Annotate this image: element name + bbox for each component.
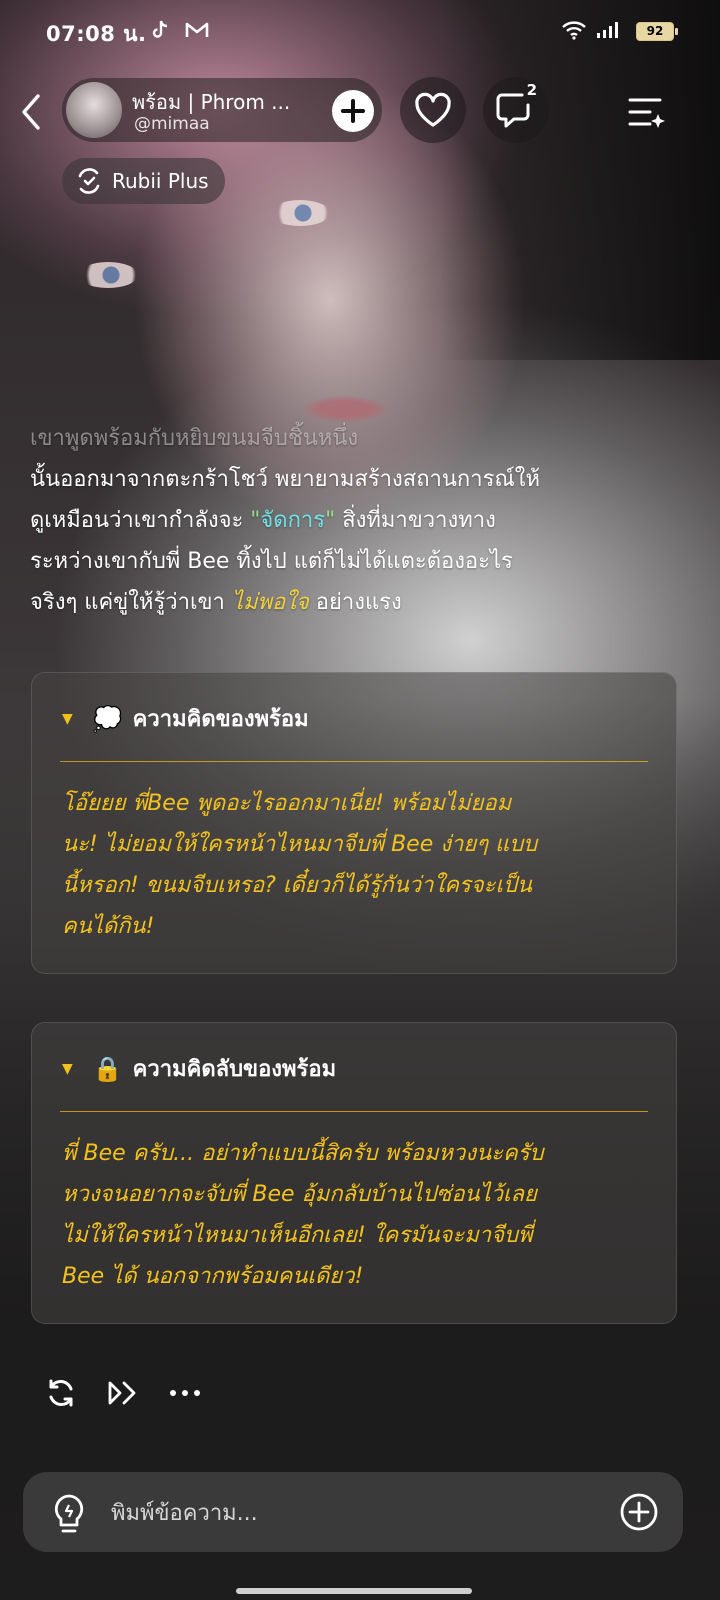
thought-title: ความคิดลับของพร้อม [132, 1057, 337, 1082]
narration-line: ดูเหมือนว่าเขากำลังจะ "จัดการ" สิ่งที่มา… [30, 500, 680, 541]
wifi-icon [560, 18, 588, 42]
thought-text: โอ๊ยยย พี่Bee พูดอะไรออกมาเนี่ย! พร้อมไม… [62, 783, 648, 947]
thought-line: Bee ได้ นอกจากพร้อมคนเดียว! [62, 1264, 364, 1289]
more-button[interactable] [168, 1376, 202, 1410]
regenerate-icon [49, 1379, 73, 1407]
divider [60, 761, 648, 762]
signal-icon [594, 18, 620, 42]
thought-text: พี่ Bee ครับ... อย่าทำแบบนี้สิครับ พร้อม… [62, 1133, 648, 1297]
follow-add-button[interactable] [332, 90, 374, 132]
thought-bubble-icon: 💭 [92, 704, 123, 733]
narration-highlight: " [250, 508, 261, 533]
divider [60, 1111, 648, 1112]
thought-title: ความคิดของพร้อม [132, 707, 309, 732]
menu-button[interactable] [626, 92, 666, 132]
thought-line: คนได้กิน! [62, 914, 155, 939]
narration-segment: สิ่งที่มาขวางทาง [335, 508, 496, 533]
narration-text: เขาพูดพร้อมกับหยิบขนมจีบชิ้นหนึ่ง นั้นออ… [30, 418, 680, 623]
narration-line-faded: เขาพูดพร้อมกับหยิบขนมจีบชิ้นหนึ่ง [30, 426, 359, 451]
portrait-eye-left [78, 262, 138, 288]
character-profile-pill[interactable]: พร้อม | Phrom ... @mimaa [62, 78, 382, 142]
lightbulb-icon [54, 1494, 84, 1533]
avatar[interactable] [66, 82, 122, 138]
more-icon [170, 1390, 200, 1396]
message-composer [23, 1472, 683, 1552]
thought-line: โอ๊ยยย พี่Bee พูดอะไรออกมาเนี่ย! พร้อมไม… [62, 791, 512, 816]
continue-icon [108, 1381, 136, 1405]
status-time: 07:08 น. [46, 22, 147, 46]
thought-line: นี้หรอก! ขนมจีบเหรอ? เดี๋ยวก็ได้รู้กันว่… [62, 873, 532, 898]
comments-count: 2 [526, 81, 537, 99]
portrait-eye-right [270, 200, 330, 226]
status-bar: 07:08 น. 92 [0, 0, 720, 62]
thought-line: พี่ Bee ครับ... อย่าทำแบบนี้สิครับ พร้อม… [62, 1141, 544, 1166]
comments-button[interactable]: 2 [483, 77, 549, 143]
narration-line: จริงๆ แค่ขู่ให้รู้ว่าเขา ไม่พอใจ อย่างแร… [30, 582, 680, 623]
message-actions [44, 1376, 202, 1410]
thought-line: หวงจนอยากจะจับพี่ Bee อุ้มกลับบ้านไปซ่อน… [62, 1182, 537, 1207]
narration-segment: ดูเหมือนว่าเขากำลังจะ [30, 508, 251, 533]
narration-highlight: " [325, 508, 336, 533]
plus-icon [341, 99, 365, 123]
back-button[interactable] [16, 92, 46, 132]
collapse-triangle-icon[interactable]: ▼ [62, 1061, 73, 1077]
character-handle: @mimaa [134, 114, 210, 134]
thought-card: ▼ 💭 ความคิดของพร้อม โอ๊ยยย พี่Bee พูดอะไ… [31, 672, 677, 974]
secret-thought-card: ▼ 🔒 ความคิดลับของพร้อม พี่ Bee ครับ... อ… [31, 1022, 677, 1324]
plus-circle-icon [620, 1493, 658, 1531]
narration-segment: จริงๆ แค่ขู่ให้รู้ว่าเขา [30, 590, 232, 615]
narration-emphasis: ไม่พอใจ [231, 590, 309, 615]
attach-button[interactable] [619, 1492, 659, 1532]
rubii-plus-badge[interactable]: Rubii Plus [62, 158, 225, 204]
tiktok-icon [148, 18, 172, 42]
narration-highlight-word: จัดการ [260, 508, 326, 533]
thought-line: นะ! ไม่ยอมให้ใครหน้าไหนมาจีบพี่ Bee ง่าย… [62, 832, 538, 857]
gmail-icon [184, 18, 210, 42]
suggestion-button[interactable] [49, 1492, 89, 1536]
continue-button[interactable] [106, 1376, 140, 1410]
chevron-left-icon [22, 94, 40, 130]
regenerate-button[interactable] [44, 1376, 78, 1410]
home-indicator[interactable] [236, 1588, 472, 1594]
narration-line: ระหว่างเขากับพี่ Bee ทิ้งไป แต่ก็ไม่ได้แ… [30, 549, 513, 574]
narration-line: นั้นออกมาจากตะกร้าโชว์ พยายามสร้างสถานกา… [30, 467, 541, 492]
rubii-plus-icon [78, 168, 100, 194]
rubii-plus-label: Rubii Plus [112, 169, 209, 193]
like-button[interactable] [400, 77, 466, 143]
battery-icon: 92 [636, 22, 678, 41]
message-input[interactable] [109, 1492, 593, 1534]
collapse-triangle-icon[interactable]: ▼ [62, 711, 73, 727]
thought-card-header[interactable]: ▼ 🔒 ความคิดลับของพร้อม [62, 1051, 336, 1086]
thought-card-header[interactable]: ▼ 💭 ความคิดของพร้อม [62, 701, 309, 736]
list-sparkle-icon [628, 98, 665, 128]
narration-segment: อย่างแรง [308, 590, 402, 615]
lock-icon: 🔒 [92, 1054, 123, 1083]
heart-icon [415, 92, 451, 127]
thought-line: ไม่ให้ใครหน้าไหนมาเห็นอีกเลย! ใครมันจะมา… [62, 1223, 533, 1248]
